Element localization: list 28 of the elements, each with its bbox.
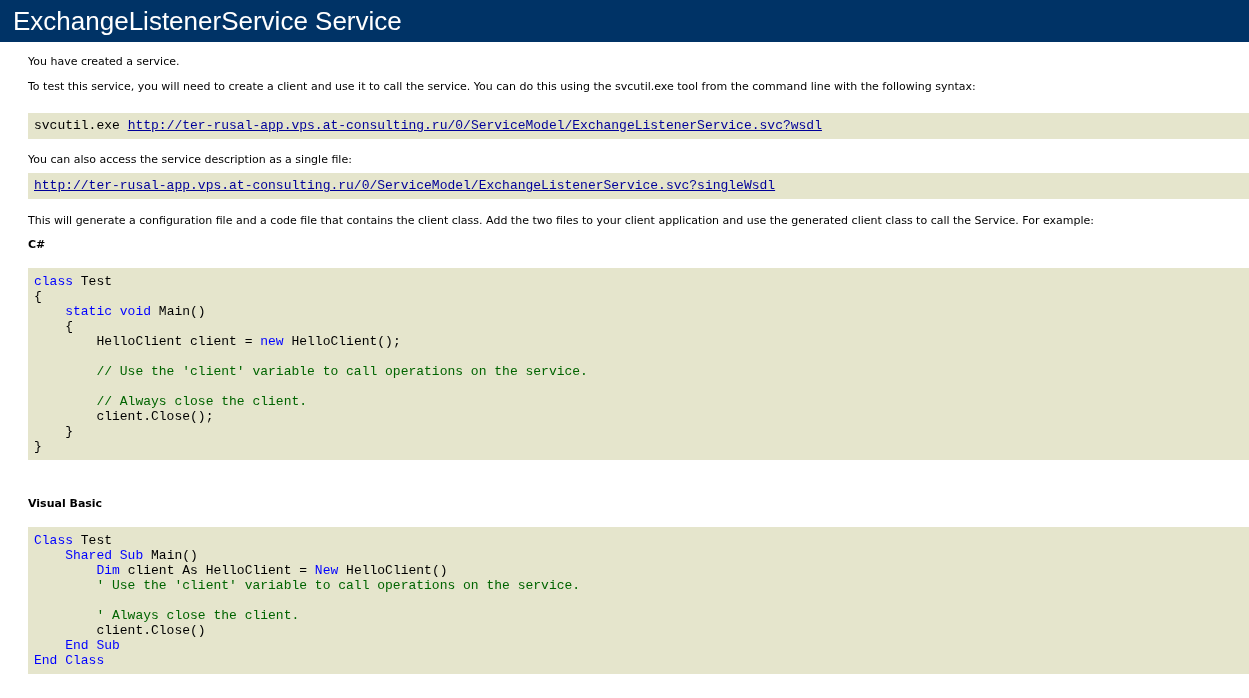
language-heading: Visual Basic [28, 497, 104, 511]
single-wsdl-link[interactable]: http://ter-rusal-app.vps.at-consulting.ru/0/ServiceModel/ExchangeListenerService.svc?singleWsdl [34, 176, 776, 196]
code-line: // Use the 'client' variable to call operations on the service. [95, 363, 588, 379]
language-heading: C# [28, 238, 47, 252]
code-line: { [64, 319, 73, 334]
code-line: client.Close() [95, 623, 206, 638]
code-line: HelloClient client = new HelloClient(); [95, 334, 401, 349]
paragraph: To test this service, you will need to create a client and use it to call the service. You can do this using the svcutil.exe tool from the command line with the following syntax: [28, 80, 977, 94]
code-line: End Sub [64, 638, 120, 653]
code-line: } [34, 439, 42, 454]
code-line: } [64, 424, 73, 439]
command-text: svcutil.exe [34, 117, 121, 136]
page-title: ExchangeListenerService Service [13, 8, 402, 34]
code-line: client.Close(); [95, 409, 214, 424]
wsdl-link[interactable]: http://ter-rusal-app.vps.at-consulting.ru/0/ServiceModel/ExchangeListenerService.svc?wsdl [127, 116, 822, 136]
code-line: End Class [34, 653, 105, 668]
code-line: Class Test [34, 533, 113, 548]
code-line: Dim client As HelloClient = New HelloClient() [95, 563, 448, 578]
paragraph: You can also access the service description as a single file: [28, 153, 353, 167]
code-line: Shared Sub Main() [64, 548, 198, 563]
code-line: ' Always close the client. [95, 607, 300, 623]
paragraph: You have created a service. [28, 55, 181, 69]
paragraph: This will generate a configuration file and a code file that contains the client class. Add the two files to your client application and use the generated client class to call the Service. For example: [28, 214, 1095, 228]
code-line: class Test [34, 274, 113, 289]
code-line: { [34, 289, 42, 304]
code-line: ' Use the 'client' variable to call operations on the service. [95, 578, 581, 593]
code-line: static void Main() [64, 304, 206, 319]
code-line: // Always close the client. [95, 393, 308, 409]
